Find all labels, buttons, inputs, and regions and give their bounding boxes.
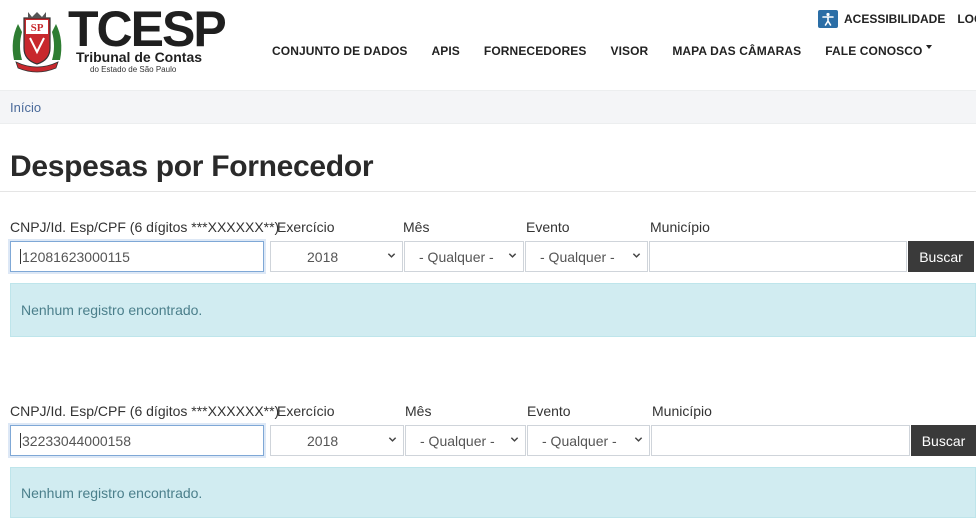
nav-apis[interactable]: APIS [432, 44, 460, 60]
page-title: Despesas por Fornecedor [10, 150, 374, 183]
brand-subtitle-small: do Estado de São Paulo [90, 65, 177, 74]
exercicio-select-value: 2018 [307, 248, 339, 265]
title-divider [0, 191, 976, 192]
cnpj-input-value: 12081623000115 [22, 248, 130, 265]
nav-conjunto-de-dados[interactable]: CONJUNTO DE DADOS [272, 44, 408, 60]
brand-subtitle: Tribunal de Contas [76, 49, 203, 65]
evento-label: Evento [527, 403, 571, 419]
cnpj-input[interactable]: 32233044000158 [10, 425, 264, 456]
exercicio-select[interactable]: 2018 [270, 425, 404, 456]
mes-label: Mês [403, 219, 430, 235]
chevron-down-icon [632, 253, 641, 258]
cnpj-input-value: 32233044000158 [22, 432, 132, 449]
breadcrumb: Início [0, 90, 976, 124]
sp-coat-of-arms-icon: SP [12, 12, 62, 73]
mes-select[interactable]: - Qualquer - [404, 241, 524, 272]
no-results-message: Nenhum registro encontrado. [21, 302, 203, 318]
site-header: SP TCESP Tribunal de Contas do Estado de… [0, 0, 976, 88]
no-results-message: Nenhum registro encontrado. [21, 484, 203, 501]
nav-fale-conosco[interactable]: FALE CONOSCO [825, 44, 933, 60]
exercicio-label: Exercício [277, 403, 335, 419]
nav-fornecedores[interactable]: FORNECEDORES [484, 44, 587, 60]
municipio-input[interactable] [649, 241, 907, 272]
nav-visor[interactable]: VISOR [610, 44, 648, 60]
no-results-alert: Nenhum registro encontrado. [10, 467, 976, 518]
cnpj-label: CNPJ/Id. Esp/CPF (6 dígitos ***XXXXXX**) [10, 403, 280, 419]
nav-fale-conosco-label: FALE CONOSCO [825, 44, 923, 58]
exercicio-select[interactable]: 2018 [270, 241, 403, 272]
evento-select-value: - Qualquer - [542, 432, 617, 449]
brand-wordmark: TCESP [68, 1, 227, 57]
municipio-label: Município [652, 403, 712, 419]
buscar-button[interactable]: Buscar [908, 241, 974, 272]
municipio-label: Município [650, 219, 710, 235]
main-nav: CONJUNTO DE DADOS APIS FORNECEDORES VISO… [272, 44, 933, 60]
mes-select-value: - Qualquer - [419, 248, 494, 265]
top-utility-links: ACESSIBILIDADE LOGIN [818, 10, 976, 28]
chevron-down-icon [926, 44, 933, 49]
evento-select-value: - Qualquer - [540, 248, 615, 265]
tcesp-logo[interactable]: SP TCESP Tribunal de Contas do Estado de… [8, 4, 227, 76]
cnpj-label: CNPJ/Id. Esp/CPF (6 dígitos ***XXXXXX**) [10, 219, 280, 235]
evento-label: Evento [526, 219, 570, 235]
chevron-down-icon [634, 437, 643, 442]
buscar-button[interactable]: Buscar [911, 425, 976, 456]
nav-mapa-das-camaras[interactable]: MAPA DAS CÂMARAS [672, 44, 801, 60]
no-results-alert: Nenhum registro encontrado. [10, 283, 976, 337]
svg-text:SP: SP [31, 22, 44, 34]
evento-select[interactable]: - Qualquer - [527, 425, 650, 456]
mes-select[interactable]: - Qualquer - [405, 425, 526, 456]
chevron-down-icon [388, 437, 397, 442]
municipio-input[interactable] [651, 425, 910, 456]
exercicio-label: Exercício [277, 219, 335, 235]
text-cursor [20, 249, 21, 264]
exercicio-select-value: 2018 [307, 432, 339, 449]
mes-select-value: - Qualquer - [420, 432, 495, 449]
accessibility-link[interactable]: ACESSIBILIDADE [844, 12, 945, 26]
search-form-1: CNPJ/Id. Esp/CPF (6 dígitos ***XXXXXX**)… [0, 219, 976, 275]
text-cursor [20, 433, 21, 448]
evento-select[interactable]: - Qualquer - [525, 241, 648, 272]
cnpj-input[interactable]: 12081623000115 [10, 241, 264, 272]
login-link[interactable]: LOGIN [957, 12, 976, 26]
search-form-2: CNPJ/Id. Esp/CPF (6 dígitos ***XXXXXX**)… [0, 403, 976, 459]
accessibility-icon[interactable] [818, 10, 838, 28]
breadcrumb-home[interactable]: Início [10, 100, 41, 115]
chevron-down-icon [508, 253, 517, 258]
mes-label: Mês [405, 403, 432, 419]
chevron-down-icon [387, 253, 396, 258]
chevron-down-icon [510, 437, 519, 442]
